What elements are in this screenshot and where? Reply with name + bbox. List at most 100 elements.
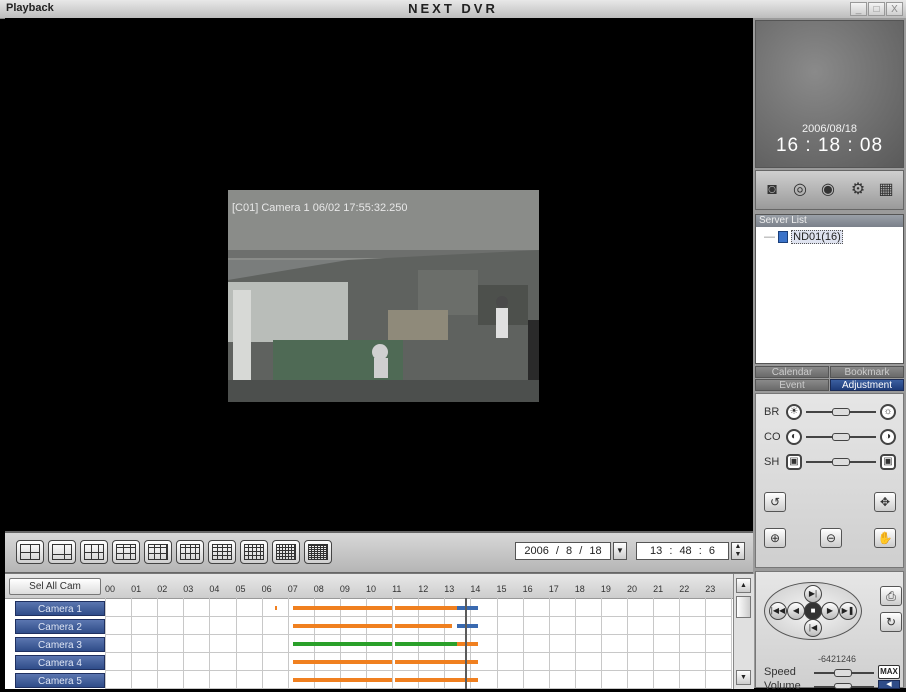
- hour-label: 13: [444, 584, 455, 594]
- max-speed-button[interactable]: MAX: [878, 665, 900, 679]
- video-osd-label: [C01] Camera 1 06/02 17:55:32.250: [232, 202, 408, 214]
- print-icon[interactable]: ⎙: [880, 586, 902, 606]
- hour-label: 08: [313, 584, 324, 594]
- sharpness-slider-thumb[interactable]: [832, 458, 850, 466]
- camera-icon[interactable]: ◙: [760, 179, 784, 201]
- refresh-icon[interactable]: ↻: [880, 612, 902, 632]
- video-display-area[interactable]: [C01] Camera 1 06/02 17:55:32.250: [5, 18, 753, 531]
- scroll-up-icon[interactable]: ▲: [736, 578, 751, 593]
- hand-icon[interactable]: ✋: [874, 528, 896, 548]
- adjustment-panel: BR ☀ ☼ CO ◐ ◑ SH ▣ ▣ ↺ ✥ ⊕ ⊖ ✋: [755, 393, 904, 568]
- film-icon[interactable]: ▦: [874, 179, 898, 201]
- timeline-gridline: [548, 598, 550, 689]
- gear-icon[interactable]: ⚙: [846, 179, 870, 201]
- layout-6-icon[interactable]: [48, 540, 76, 564]
- select-all-cameras-button[interactable]: Sel All Cam: [9, 578, 101, 595]
- recording-segment[interactable]: [292, 642, 393, 646]
- layout-25-icon[interactable]: [272, 540, 300, 564]
- recording-segment[interactable]: [292, 606, 393, 610]
- timeline-gridline: [287, 598, 289, 689]
- layout-20-icon[interactable]: [240, 540, 268, 564]
- disc-icon[interactable]: ◉: [816, 179, 840, 201]
- layout-9-icon[interactable]: [112, 540, 140, 564]
- hour-label: 19: [600, 584, 611, 594]
- recording-segment[interactable]: [292, 678, 393, 682]
- tab-event[interactable]: Event: [755, 379, 829, 391]
- timeline-gridline: [522, 598, 524, 689]
- timeline-gridline: [157, 598, 159, 689]
- recording-segment[interactable]: [394, 642, 458, 646]
- time-separator: :: [698, 545, 702, 557]
- layout-4-icon[interactable]: [16, 540, 44, 564]
- sharpness-down-icon[interactable]: ▣: [786, 454, 802, 470]
- date-dropdown-icon[interactable]: ▼: [613, 542, 627, 560]
- play-icon[interactable]: ▶: [821, 602, 839, 620]
- server-icon: [778, 231, 789, 244]
- scroll-down-icon[interactable]: ▼: [736, 670, 751, 685]
- scroll-thumb[interactable]: [736, 596, 751, 618]
- move-icon[interactable]: ✥: [874, 492, 896, 512]
- time-spinner-icon[interactable]: ▲ ▼: [731, 542, 745, 560]
- sharpness-up-icon[interactable]: ▣: [880, 454, 896, 470]
- volume-slider-thumb[interactable]: [834, 683, 852, 689]
- camera-row-label[interactable]: Camera 1: [15, 601, 105, 616]
- reverse-play-icon[interactable]: ◀: [787, 602, 805, 620]
- zoom-out-icon[interactable]: ⊖: [820, 528, 842, 548]
- stop-icon[interactable]: ■: [804, 602, 822, 620]
- layout-13-icon[interactable]: [176, 540, 204, 564]
- timeline-gridline: [131, 598, 133, 689]
- timeline-cursor[interactable]: [465, 598, 468, 689]
- server-item-label: ND01(16): [791, 230, 843, 244]
- timeline-gridline: [105, 598, 106, 689]
- sharpness-label: SH: [764, 456, 780, 468]
- brightness-up-icon[interactable]: ☼: [880, 404, 896, 420]
- step-back-icon[interactable]: |◀: [804, 619, 822, 637]
- contrast-up-icon[interactable]: ◑: [880, 429, 896, 445]
- step-forward-icon[interactable]: ▶|: [804, 585, 822, 603]
- hour-label: 22: [679, 584, 690, 594]
- camera-row-label[interactable]: Camera 2: [15, 619, 105, 634]
- time-separator: :: [669, 545, 673, 557]
- recording-segment[interactable]: [292, 624, 393, 628]
- recording-segment[interactable]: [394, 606, 458, 610]
- date-field[interactable]: 2006 / 8 / 18: [515, 542, 611, 560]
- tab-calendar[interactable]: Calendar: [755, 366, 829, 378]
- fast-forward-icon[interactable]: ▶❚: [839, 602, 857, 620]
- contrast-slider-thumb[interactable]: [832, 433, 850, 441]
- timeline-gridline: [705, 598, 707, 689]
- brightness-slider-thumb[interactable]: [832, 408, 850, 416]
- recording-segment[interactable]: [292, 660, 393, 664]
- brightness-down-icon[interactable]: ☀: [786, 404, 802, 420]
- layout-16-icon[interactable]: [208, 540, 236, 564]
- contrast-down-icon[interactable]: ◐: [786, 429, 802, 445]
- camera-video-frame[interactable]: [C01] Camera 1 06/02 17:55:32.250: [228, 190, 539, 402]
- zoom-in-icon[interactable]: ⊕: [764, 528, 786, 548]
- layout-8-icon[interactable]: [80, 540, 108, 564]
- minimize-button[interactable]: _: [850, 2, 867, 16]
- recording-segment[interactable]: [457, 642, 479, 646]
- timeline-gridline: [496, 598, 498, 689]
- tab-bookmark[interactable]: Bookmark: [830, 366, 904, 378]
- layout-10-icon[interactable]: [144, 540, 172, 564]
- camera-row-label[interactable]: Camera 3: [15, 637, 105, 652]
- speed-slider-thumb[interactable]: [834, 669, 852, 677]
- camera-row-label[interactable]: Camera 5: [15, 673, 105, 688]
- server-list-item[interactable]: — ND01(16): [764, 230, 843, 244]
- hour-label: 12: [418, 584, 429, 594]
- camera-row-label[interactable]: Camera 4: [15, 655, 105, 670]
- rotate-icon[interactable]: ↺: [764, 492, 786, 512]
- maximize-button[interactable]: □: [868, 2, 885, 16]
- recording-segment[interactable]: [457, 606, 479, 610]
- recording-segment[interactable]: [274, 606, 278, 610]
- clock-time: 16 : 18 : 08: [775, 135, 884, 156]
- fast-rewind-icon[interactable]: |◀◀: [769, 602, 787, 620]
- disk-icon[interactable]: ◎: [788, 179, 812, 201]
- recording-segment[interactable]: [394, 624, 453, 628]
- tab-adjustment[interactable]: Adjustment: [830, 379, 904, 391]
- timeline-scrollbar[interactable]: ▲ ▼: [733, 574, 754, 689]
- recording-segment[interactable]: [457, 624, 479, 628]
- timeline-row-divider: [105, 688, 732, 689]
- time-field[interactable]: 13 : 48 : 6: [636, 542, 729, 560]
- layout-36-icon[interactable]: [304, 540, 332, 564]
- close-button[interactable]: X: [886, 2, 903, 16]
